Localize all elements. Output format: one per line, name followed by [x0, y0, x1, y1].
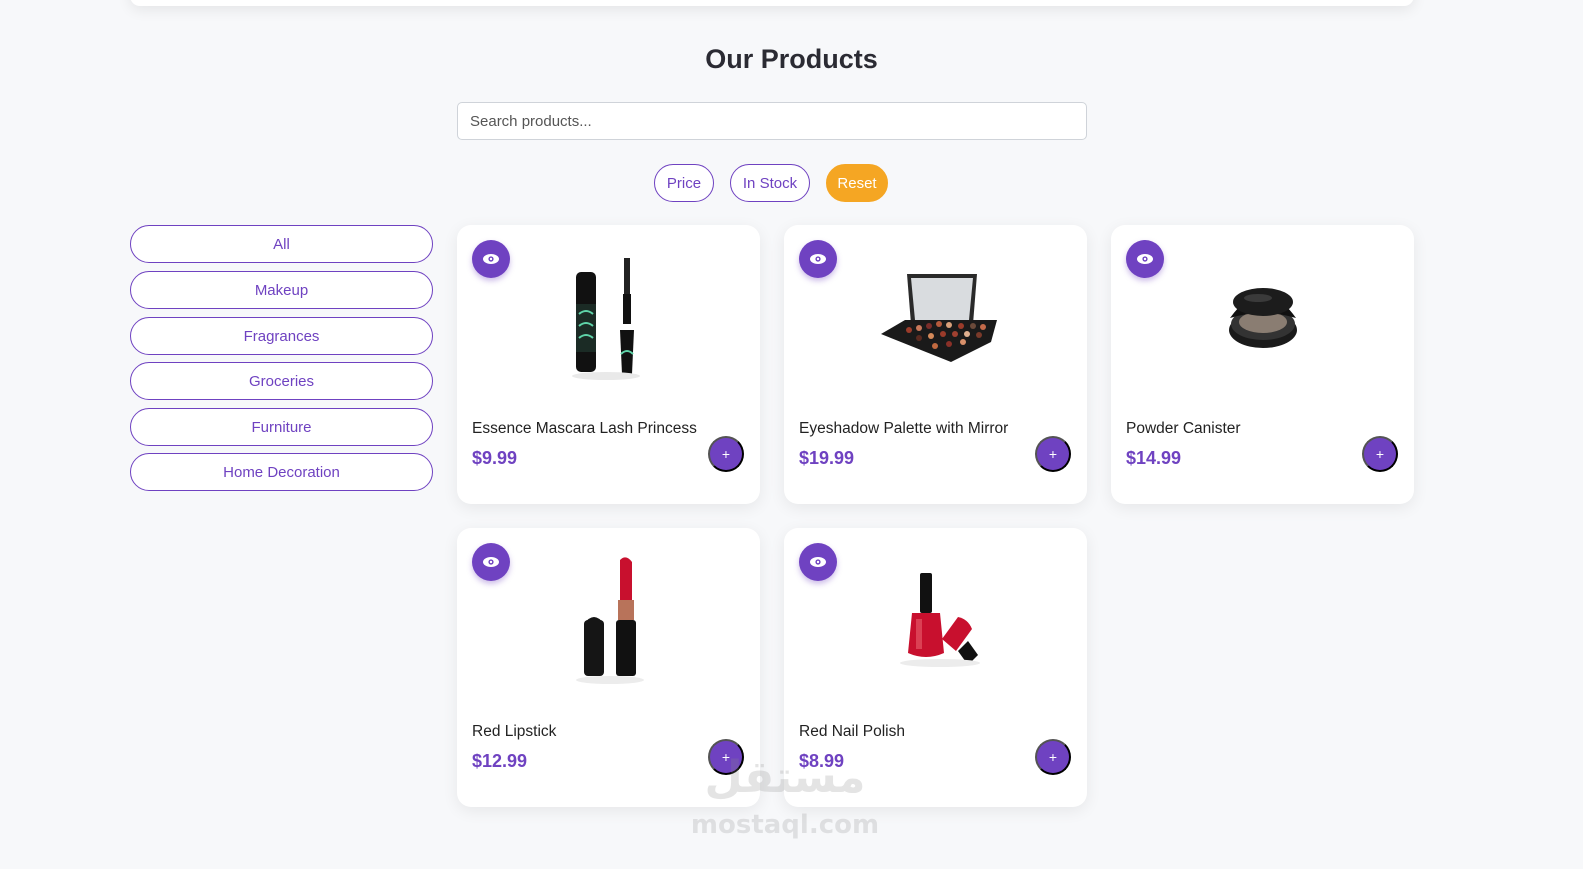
search-input[interactable] — [457, 102, 1087, 140]
product-price: $9.99 — [472, 448, 518, 468]
eyeshadow-palette-image — [876, 247, 1006, 387]
category-home-decoration[interactable]: Home Decoration — [130, 453, 433, 491]
category-groceries[interactable]: Groceries — [130, 362, 433, 400]
product-name: Red Nail Polish — [799, 723, 905, 740]
product-name: Powder Canister — [1126, 420, 1241, 437]
watermark-logo: مستقل mostaql.com — [690, 752, 880, 844]
watermark-arabic-text: مستقل — [704, 752, 866, 803]
eye-icon[interactable] — [799, 543, 837, 581]
category-makeup[interactable]: Makeup — [130, 271, 433, 309]
price-filter-button[interactable]: Price — [654, 164, 714, 202]
product-name: Essence Mascara Lash Princess — [472, 420, 697, 437]
product-card[interactable]: Eyeshadow Palette with Mirror $19.99 + — [784, 225, 1087, 504]
lipstick-image — [547, 550, 671, 690]
product-price: $14.99 — [1126, 448, 1182, 468]
powder-canister-image — [1201, 247, 1325, 387]
watermark-latin-text: mostaql.com — [690, 810, 880, 840]
add-to-cart-button[interactable]: + — [1035, 436, 1071, 472]
category-fragrances[interactable]: Fragrances — [130, 317, 433, 355]
add-to-cart-button[interactable]: + — [708, 436, 744, 472]
eye-icon[interactable] — [799, 240, 837, 278]
eye-icon[interactable] — [472, 543, 510, 581]
product-price: $19.99 — [799, 448, 855, 468]
category-all[interactable]: All — [130, 225, 433, 263]
nail-polish-image — [874, 550, 998, 690]
product-price: $12.99 — [472, 751, 528, 771]
in-stock-filter-button[interactable]: In Stock — [730, 164, 810, 202]
category-furniture[interactable]: Furniture — [130, 408, 433, 446]
product-name: Eyeshadow Palette with Mirror — [799, 420, 1009, 437]
product-name: Red Lipstick — [472, 723, 557, 740]
add-to-cart-button[interactable]: + — [1362, 436, 1398, 472]
add-to-cart-button[interactable]: + — [1035, 739, 1071, 775]
product-card[interactable]: Essence Mascara Lash Princess $9.99 + — [457, 225, 760, 504]
page-title: Our Products — [705, 44, 878, 74]
top-navbar — [130, 0, 1414, 6]
reset-filter-button[interactable]: Reset — [826, 164, 888, 202]
product-card[interactable]: Powder Canister $14.99 + — [1111, 225, 1414, 504]
mascara-image — [547, 247, 671, 387]
eye-icon[interactable] — [472, 240, 510, 278]
eye-icon[interactable] — [1126, 240, 1164, 278]
